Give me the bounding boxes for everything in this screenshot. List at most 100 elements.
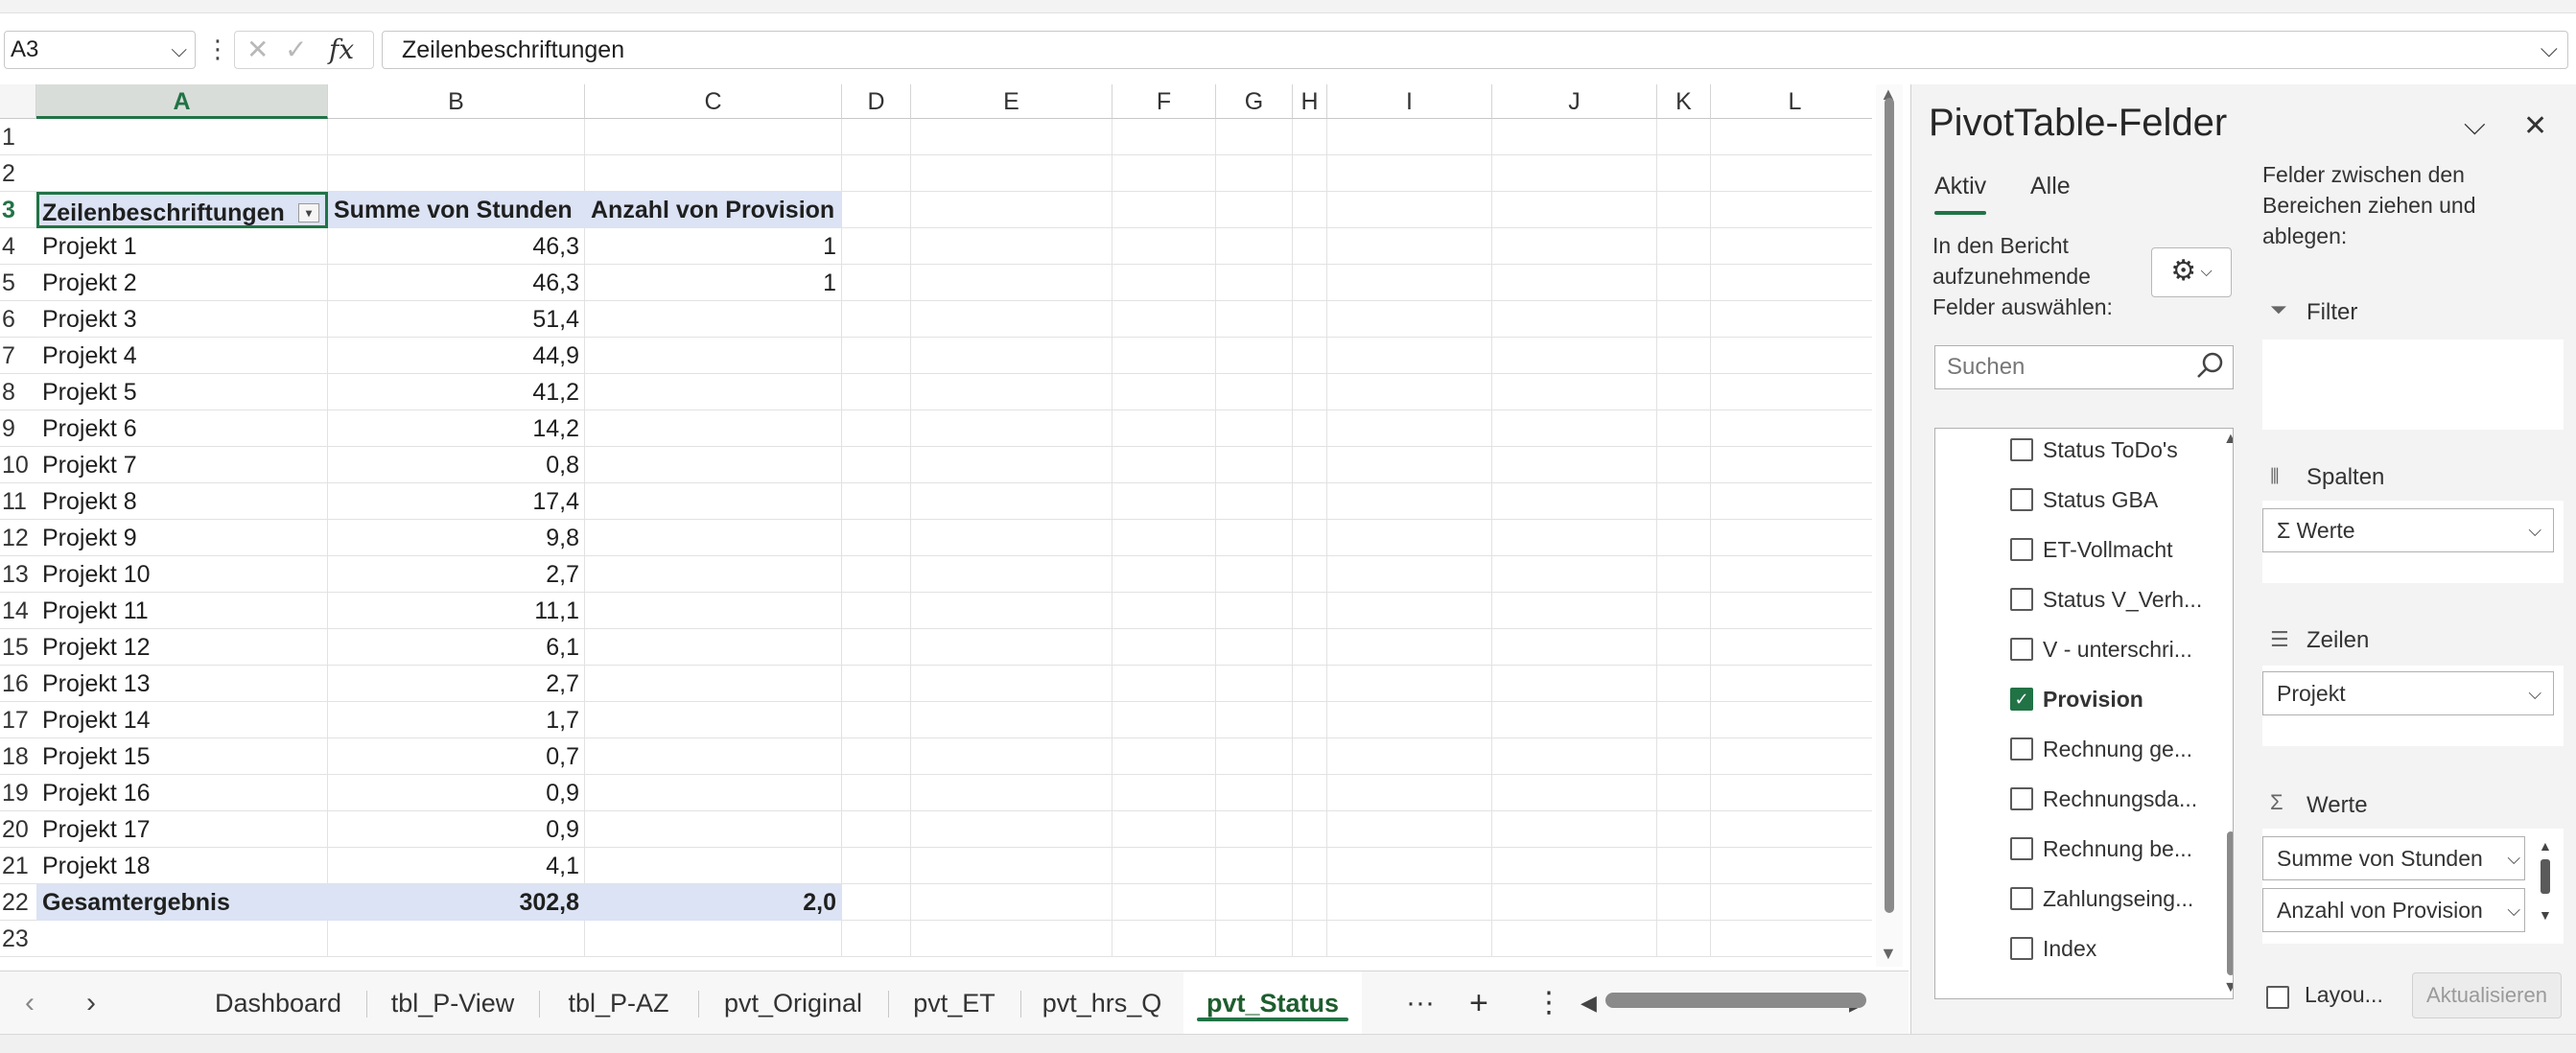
field-item[interactable]: Provision <box>2043 678 2143 720</box>
pivot-row-hours[interactable]: 4,1 <box>328 848 585 884</box>
chevron-down-icon[interactable]: ⌵ <box>2528 509 2541 551</box>
tab-alle[interactable]: Alle <box>2030 173 2071 200</box>
pivot-row-count[interactable] <box>585 702 842 738</box>
pivot-row-label[interactable]: Projekt 7 <box>36 447 328 483</box>
checkbox[interactable] <box>2010 588 2033 611</box>
pivot-row-count[interactable] <box>585 374 842 410</box>
scroll-down-icon[interactable]: ▼ <box>2223 979 2233 996</box>
pivot-row-hours[interactable]: 0,9 <box>328 811 585 848</box>
columns-chip-werte[interactable]: Σ Werte ⌵ <box>2262 508 2554 552</box>
column-header-k[interactable]: K <box>1657 84 1711 119</box>
pivot-header-sum-hours[interactable]: Summe von Stunden <box>328 192 585 228</box>
column-header-i[interactable]: I <box>1327 84 1492 119</box>
checkbox[interactable] <box>2010 488 2033 511</box>
pivot-row-label[interactable]: Projekt 13 <box>36 666 328 702</box>
pivot-row-hours[interactable]: 0,9 <box>328 775 585 811</box>
previous-sheet-icon[interactable]: ‹ <box>25 971 35 1035</box>
row-header-8[interactable]: 8 <box>0 374 36 410</box>
pivot-row-count[interactable] <box>585 666 842 702</box>
scroll-left-icon[interactable]: ◀ <box>1581 971 1597 1035</box>
formula-input[interactable]: Zeilenbeschriftungen ⌵ <box>382 31 2568 69</box>
pivot-row-count[interactable] <box>585 338 842 374</box>
pivot-row-hours[interactable]: 11,1 <box>328 593 585 629</box>
vertical-scroll-thumb[interactable] <box>1885 98 1894 913</box>
pivot-row-count[interactable]: 1 <box>585 265 842 301</box>
expand-formula-icon[interactable]: ⌵ <box>2541 32 2558 68</box>
chevron-down-icon[interactable]: ⌵ <box>2507 889 2520 931</box>
field-item[interactable]: ET-Vollmacht <box>2043 528 2173 571</box>
column-header-e[interactable]: E <box>911 84 1112 119</box>
scroll-down-icon[interactable]: ▼ <box>2539 907 2552 923</box>
pivot-row-count[interactable] <box>585 520 842 556</box>
field-list-scrollbar[interactable]: ▲ ▼ <box>2223 429 2233 998</box>
checkbox[interactable] <box>2010 737 2033 760</box>
filter-drop-area[interactable] <box>2262 339 2564 430</box>
pivot-row-hours[interactable]: 0,8 <box>328 447 585 483</box>
checkbox[interactable] <box>2010 438 2033 461</box>
row-header-9[interactable]: 9 <box>0 410 36 447</box>
select-all-corner[interactable] <box>0 84 36 119</box>
row-header-1[interactable]: 1 <box>0 119 36 155</box>
column-header-h[interactable]: H <box>1293 84 1327 119</box>
row-header-21[interactable]: 21 <box>0 848 36 884</box>
pivot-row-hours[interactable]: 2,7 <box>328 666 585 702</box>
pivot-row-hours[interactable]: 51,4 <box>328 301 585 338</box>
row-header-15[interactable]: 15 <box>0 629 36 666</box>
pivot-row-count[interactable] <box>585 301 842 338</box>
row-header-13[interactable]: 13 <box>0 556 36 593</box>
field-item[interactable]: Status ToDo's <box>2043 429 2178 471</box>
chevron-down-icon[interactable]: ⌵ <box>2528 672 2541 714</box>
pivot-row-count[interactable] <box>585 593 842 629</box>
chevron-down-icon[interactable]: ⌵ <box>2507 837 2520 879</box>
field-item[interactable]: Rechnung be... <box>2043 828 2192 870</box>
pivot-header-count-provision[interactable]: Anzahl von Provision <box>585 192 842 228</box>
pivot-row-label[interactable]: Projekt 1 <box>36 228 328 265</box>
pivot-row-hours[interactable]: 44,9 <box>328 338 585 374</box>
field-item[interactable]: Status GBA <box>2043 479 2158 521</box>
pivot-row-label[interactable]: Projekt 12 <box>36 629 328 666</box>
column-header-d[interactable]: D <box>842 84 911 119</box>
pivot-row-count[interactable] <box>585 848 842 884</box>
row-header-3[interactable]: 3 <box>0 192 36 228</box>
scroll-down-icon[interactable]: ▼ <box>1880 944 1897 964</box>
pivot-row-label[interactable]: Projekt 6 <box>36 410 328 447</box>
row-header-18[interactable]: 18 <box>0 738 36 775</box>
pivot-row-count[interactable] <box>585 775 842 811</box>
pivot-row-hours[interactable]: 0,7 <box>328 738 585 775</box>
column-header-j[interactable]: J <box>1492 84 1657 119</box>
pivot-row-count[interactable] <box>585 483 842 520</box>
column-header-c[interactable]: C <box>585 84 842 119</box>
search-input[interactable]: Suchen <box>1934 345 2234 389</box>
sheet-tab-pvt-original[interactable]: pvt_Original <box>698 971 888 1035</box>
search-icon[interactable] <box>2194 350 2225 381</box>
field-item[interactable]: Rechnungsda... <box>2043 778 2197 820</box>
checkbox[interactable] <box>2010 538 2033 561</box>
filter-dropdown-icon[interactable]: ▾ <box>298 203 319 222</box>
checkbox[interactable] <box>2010 837 2033 860</box>
pivot-row-count[interactable] <box>585 556 842 593</box>
field-list[interactable]: Status ToDo's Status GBA ET-Vollmacht Statu… <box>1934 428 2234 999</box>
sheet-tab-pvt-et[interactable]: pvt_ET <box>888 971 1020 1035</box>
row-header-10[interactable]: 10 <box>0 447 36 483</box>
pivot-total-label[interactable]: Gesamtergebnis <box>36 884 328 921</box>
row-header-4[interactable]: 4 <box>0 228 36 265</box>
pivot-row-label[interactable]: Projekt 8 <box>36 483 328 520</box>
pivot-row-count[interactable] <box>585 410 842 447</box>
field-item[interactable]: Index <box>2043 927 2096 970</box>
field-item[interactable]: Zahlungseing... <box>2043 878 2193 920</box>
pivot-row-label[interactable]: Projekt 2 <box>36 265 328 301</box>
rows-chip-projekt[interactable]: Projekt ⌵ <box>2262 671 2554 715</box>
add-sheet-icon[interactable]: + <box>1469 971 1488 1035</box>
values-scroll-thumb[interactable] <box>2541 859 2550 894</box>
column-header-g[interactable]: G <box>1216 84 1293 119</box>
sheet-menu-icon[interactable]: ⋮ <box>1534 971 1563 1035</box>
checkbox[interactable] <box>2010 787 2033 810</box>
checkbox[interactable] <box>2010 937 2033 960</box>
row-header-11[interactable]: 11 <box>0 483 36 520</box>
column-header-b[interactable]: B <box>328 84 585 119</box>
pivot-row-label[interactable]: Projekt 18 <box>36 848 328 884</box>
sheet-tab-pvt-status[interactable]: pvt_Status <box>1183 971 1362 1035</box>
pivot-row-count[interactable] <box>585 811 842 848</box>
tab-aktiv[interactable]: Aktiv <box>1934 173 1987 215</box>
field-item[interactable]: V - unterschri... <box>2043 628 2192 670</box>
